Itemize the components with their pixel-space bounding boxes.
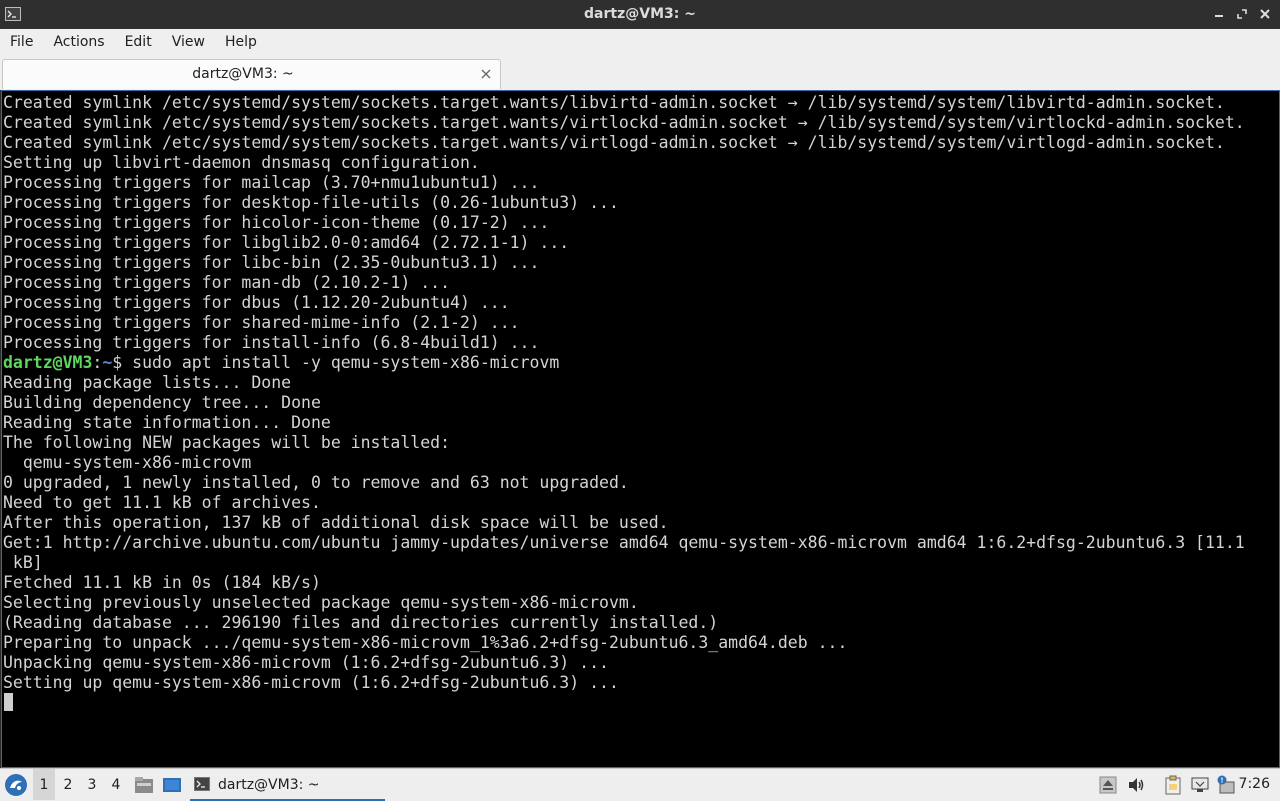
terminal-line: Processing triggers for libglib2.0-0:amd… bbox=[3, 233, 570, 252]
window-titlebar[interactable]: dartz@VM3: ~ bbox=[0, 0, 1280, 30]
tab-bar: dartz@VM3: ~ bbox=[0, 56, 1280, 90]
terminal-line: Selecting previously unselected package … bbox=[3, 593, 639, 612]
minimize-icon bbox=[1215, 15, 1223, 17]
terminal-line: Processing triggers for hicolor-icon-the… bbox=[3, 213, 550, 232]
terminal-line: Processing triggers for libc-bin (2.35-0… bbox=[3, 253, 540, 272]
maximize-icon bbox=[1237, 9, 1247, 19]
terminal-line: Reading package lists... Done bbox=[3, 373, 292, 392]
taskbar-window-terminal[interactable]: dartz@VM3: ~ bbox=[190, 771, 385, 801]
menu-edit[interactable]: Edit bbox=[115, 29, 162, 56]
notification-icon[interactable] bbox=[1216, 775, 1236, 795]
terminal-line: Created symlink /etc/systemd/system/sock… bbox=[3, 113, 1245, 132]
start-menu-icon[interactable] bbox=[4, 773, 28, 797]
close-window-button[interactable] bbox=[1258, 6, 1272, 22]
terminal-line: Unpacking qemu-system-x86-microvm (1:6.2… bbox=[3, 653, 609, 672]
terminal-line: Need to get 11.1 kB of archives. bbox=[3, 493, 321, 512]
terminal-line: Reading state information... Done bbox=[3, 413, 331, 432]
prompt-path: ~ bbox=[102, 353, 113, 372]
volume-icon[interactable] bbox=[1126, 775, 1146, 795]
workspace-1[interactable]: 1 bbox=[33, 769, 55, 800]
terminal-line: The following NEW packages will be insta… bbox=[3, 433, 451, 452]
tab-label: dartz@VM3: ~ bbox=[192, 66, 294, 82]
terminal-cursor bbox=[4, 693, 13, 711]
menu-view[interactable]: View bbox=[162, 29, 215, 56]
terminal-line: qemu-system-x86-microvm bbox=[3, 453, 252, 472]
taskbar: 1 2 3 4 dartz@VM3: ~ 7:26 bbox=[0, 768, 1280, 801]
terminal-line: Processing triggers for man-db (2.10.2-1… bbox=[3, 273, 451, 292]
terminal-line: kB] bbox=[3, 553, 43, 572]
terminal-output: Created symlink /etc/systemd/system/sock… bbox=[2, 91, 1279, 713]
taskbar-window-label: dartz@VM3: ~ bbox=[218, 777, 320, 793]
terminal-line: Processing triggers for dbus (1.12.20-2u… bbox=[3, 293, 510, 312]
terminal-line: Created symlink /etc/systemd/system/sock… bbox=[3, 93, 1225, 112]
prompt-user-host: dartz@VM3 bbox=[3, 353, 93, 372]
terminal-tab[interactable]: dartz@VM3: ~ bbox=[2, 59, 501, 89]
clock: 7:26 bbox=[1238, 776, 1270, 792]
terminal-line: Get:1 http://archive.ubuntu.com/ubuntu j… bbox=[3, 533, 1245, 552]
prompt-symbol: $ bbox=[112, 353, 133, 372]
window-title: dartz@VM3: ~ bbox=[584, 6, 696, 22]
terminal-line: Processing triggers for mailcap (3.70+nm… bbox=[3, 173, 540, 192]
show-desktop-icon[interactable] bbox=[162, 775, 182, 795]
terminal-line: After this operation, 137 kB of addition… bbox=[3, 513, 669, 532]
workspace-3[interactable]: 3 bbox=[81, 769, 103, 800]
terminal-line: Building dependency tree... Done bbox=[3, 393, 321, 412]
terminal-line: Processing triggers for desktop-file-uti… bbox=[3, 193, 619, 212]
workspace-4[interactable]: 4 bbox=[105, 769, 127, 800]
terminal-icon bbox=[194, 777, 210, 791]
terminal-line: Setting up qemu-system-x86-microvm (1:6.… bbox=[3, 673, 619, 692]
maximize-button[interactable] bbox=[1235, 6, 1249, 22]
terminal-line: Preparing to unpack .../qemu-system-x86-… bbox=[3, 633, 848, 652]
terminal-area[interactable]: Created symlink /etc/systemd/system/sock… bbox=[1, 90, 1280, 768]
eject-icon[interactable] bbox=[1098, 775, 1118, 795]
tab-close-icon[interactable] bbox=[480, 68, 492, 80]
prompt-line: dartz@VM3:~$ sudo apt install -y qemu-sy… bbox=[3, 353, 1279, 373]
terminal-line: Fetched 11.1 kB in 0s (184 kB/s) bbox=[3, 573, 321, 592]
cursor-line bbox=[3, 693, 1279, 713]
terminal-line: Processing triggers for shared-mime-info… bbox=[3, 313, 520, 332]
menu-bar: File Actions Edit View Help bbox=[0, 29, 1280, 56]
terminal-line: 0 upgraded, 1 newly installed, 0 to remo… bbox=[3, 473, 629, 492]
minimize-button[interactable] bbox=[1212, 6, 1226, 22]
terminal-line: Created symlink /etc/systemd/system/sock… bbox=[3, 133, 1225, 152]
menu-help[interactable]: Help bbox=[215, 29, 267, 56]
prompt-command: sudo apt install -y qemu-system-x86-micr… bbox=[132, 353, 560, 372]
network-icon[interactable] bbox=[1190, 775, 1210, 795]
terminal-line: Processing triggers for install-info (6.… bbox=[3, 333, 540, 352]
clipboard-icon[interactable] bbox=[1163, 775, 1183, 795]
terminal-line: (Reading database ... 296190 files and d… bbox=[3, 613, 719, 632]
close-icon bbox=[1260, 9, 1270, 19]
menu-actions[interactable]: Actions bbox=[43, 29, 114, 56]
terminal-line: Setting up libvirt-daemon dnsmasq config… bbox=[3, 153, 480, 172]
file-manager-icon[interactable] bbox=[134, 775, 154, 795]
prompt-colon: : bbox=[92, 353, 103, 372]
menu-file[interactable]: File bbox=[0, 29, 43, 56]
workspace-2[interactable]: 2 bbox=[57, 769, 79, 800]
